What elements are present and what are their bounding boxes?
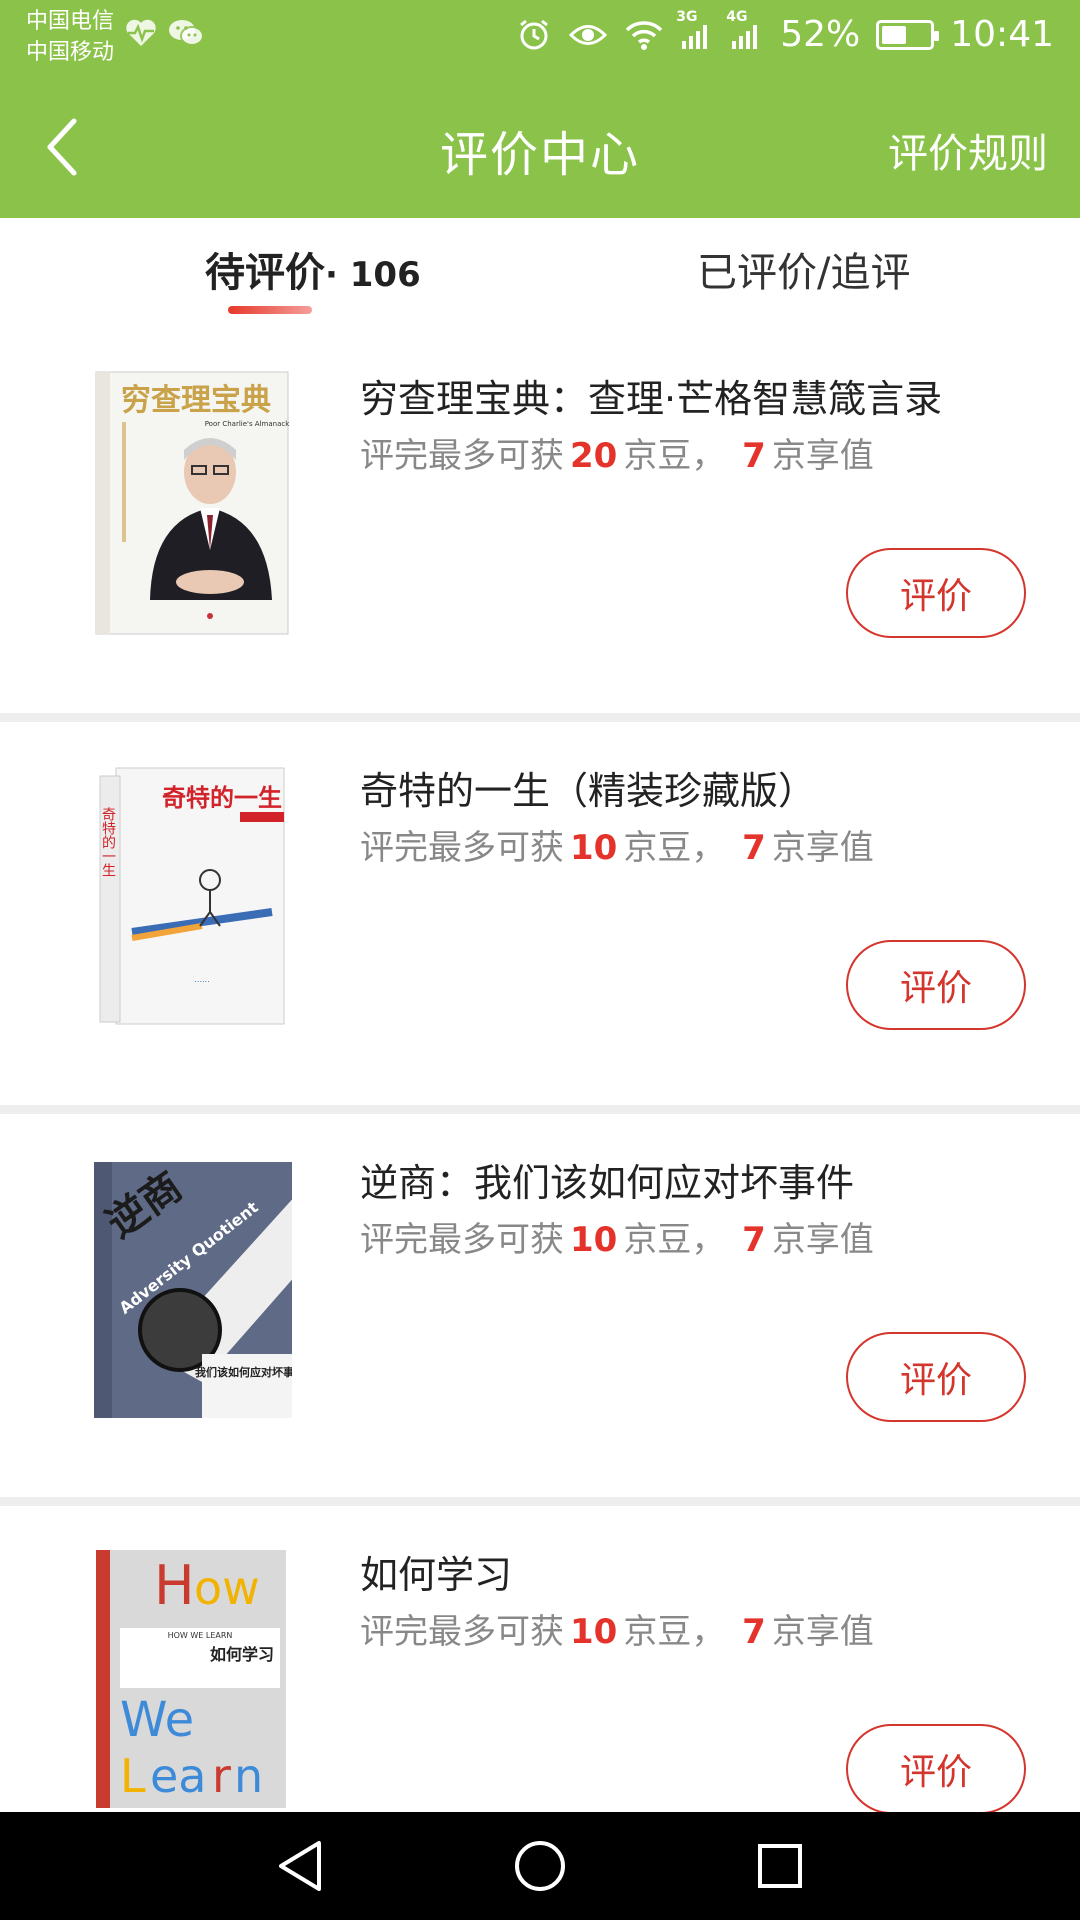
svg-text:L: L	[120, 1749, 146, 1803]
system-navigation-bar	[0, 1812, 1080, 1920]
nav-recents-button[interactable]	[750, 1836, 810, 1896]
reward-prefix: 评完最多可获	[360, 436, 564, 476]
svg-text:如何学习: 如何学习	[210, 1645, 274, 1664]
rate-button[interactable]: 评价	[846, 548, 1026, 638]
svg-text:我们该如何应对坏事件: 我们该如何应对坏事件	[195, 1365, 292, 1379]
item-title[interactable]: 穷查理宝典：查理·芒格智慧箴言录	[360, 368, 942, 423]
item-title[interactable]: 如何学习	[360, 1544, 512, 1599]
book-cover[interactable]: 奇特的一生 奇特的一生 ......	[92, 762, 292, 1030]
list-item: 穷查理宝典 Poor Charlie's Almanack 穷查理宝典：查理·芒…	[0, 330, 1080, 713]
bean-unit: 京豆，	[623, 1612, 726, 1652]
bean-unit: 京豆，	[623, 828, 726, 868]
eye-comfort-icon	[568, 20, 608, 50]
wechat-icon	[168, 18, 204, 48]
rating-rules-link[interactable]: 评价规则	[888, 121, 1048, 179]
active-tab-indicator	[228, 306, 312, 314]
value-unit: 京享值	[771, 1220, 874, 1260]
tab-bar: 待评价· 106 已评价/追评	[0, 218, 1080, 330]
clock: 10:41	[950, 14, 1054, 55]
triangle-back-icon	[279, 1841, 321, 1891]
bean-count: 10	[570, 1612, 618, 1652]
svg-text:奇特的一生: 奇特的一生	[100, 806, 116, 877]
status-bar: 中国电信 中国移动 3G 4G 52% 10:41	[0, 0, 1080, 75]
carrier-1: 中国电信	[26, 9, 115, 34]
rate-button[interactable]: 评价	[846, 1332, 1026, 1422]
svg-text:ow: ow	[194, 1561, 260, 1615]
pending-review-list: 穷查理宝典 Poor Charlie's Almanack 穷查理宝典：查理·芒…	[0, 330, 1080, 1889]
carrier-names: 中国电信 中国移动	[26, 6, 114, 68]
svg-text:H: H	[154, 1554, 195, 1617]
square-recents-icon	[758, 1844, 802, 1888]
nav-back-button[interactable]	[270, 1836, 330, 1896]
list-item: 逆商 Adversity Quotient 我们该如何应对坏事件 逆商：我们该如…	[0, 1114, 1080, 1497]
item-reward: 评完最多可获 20 京豆， 7 京享值	[360, 428, 874, 477]
battery-icon	[876, 19, 940, 50]
reward-prefix: 评完最多可获	[360, 1612, 564, 1652]
bean-count: 20	[570, 436, 618, 476]
signal-3g-icon: 3G	[676, 9, 714, 51]
rate-button[interactable]: 评价	[846, 940, 1026, 1030]
divider	[0, 1497, 1080, 1506]
tab-reviewed[interactable]: 已评价/追评	[697, 240, 910, 310]
bean-unit: 京豆，	[623, 1220, 726, 1260]
svg-text:......: ......	[194, 975, 209, 984]
battery-percent: 52%	[780, 14, 861, 55]
status-right: 3G 4G 52% 10:41	[516, 9, 1054, 55]
svg-text:穷查理宝典: 穷查理宝典	[121, 383, 271, 418]
divider	[0, 713, 1080, 722]
svg-text:奇特的一生: 奇特的一生	[162, 784, 282, 812]
book-cover[interactable]: 逆商 Adversity Quotient 我们该如何应对坏事件	[92, 1154, 305, 1422]
bean-count: 10	[570, 828, 618, 868]
signal-4g-icon: 4G	[726, 9, 764, 51]
reward-prefix: 评完最多可获	[360, 828, 564, 868]
value-count: 7	[742, 1220, 766, 1260]
svg-text:ea: ea	[150, 1749, 207, 1803]
title-bar: 评价中心 评价规则	[0, 75, 1080, 218]
svg-text:n: n	[234, 1749, 263, 1803]
book-cover[interactable]: 穷查理宝典 Poor Charlie's Almanack	[92, 370, 292, 638]
carrier-2: 中国移动	[26, 40, 115, 65]
divider	[0, 1105, 1080, 1114]
battery-fill	[882, 25, 907, 44]
svg-text:HOW WE LEARN: HOW WE LEARN	[168, 1631, 233, 1640]
item-title[interactable]: 逆商：我们该如何应对坏事件	[360, 1152, 854, 1207]
tab-pending-review[interactable]: 待评价· 106	[205, 240, 421, 310]
app-header: 中国电信 中国移动 3G 4G 52% 10:41 评价中心 评价规则	[0, 0, 1080, 218]
pending-count: · 106	[325, 255, 421, 295]
circle-home-icon	[515, 1841, 565, 1891]
wifi-icon	[624, 19, 664, 51]
value-count: 7	[742, 436, 766, 476]
rate-button[interactable]: 评价	[846, 1724, 1026, 1814]
value-count: 7	[742, 1612, 766, 1652]
item-title[interactable]: 奇特的一生（精装珍藏版）	[360, 760, 816, 815]
list-item: 奇特的一生 奇特的一生 ...... 奇特的一生（精装珍藏版） 评完最多可获 10…	[0, 722, 1080, 1105]
item-reward: 评完最多可获 10 京豆， 7 京享值	[360, 1604, 874, 1653]
book-cover[interactable]: H ow HOW WE LEARN 如何学习 We L ea r n	[92, 1546, 292, 1814]
item-reward: 评完最多可获 10 京豆， 7 京享值	[360, 1212, 874, 1261]
item-reward: 评完最多可获 10 京豆， 7 京享值	[360, 820, 874, 869]
bean-unit: 京豆，	[623, 436, 726, 476]
nav-home-button[interactable]	[510, 1836, 570, 1896]
alarm-icon	[516, 17, 552, 53]
svg-text:Poor Charlie's Almanack: Poor Charlie's Almanack	[205, 420, 291, 428]
status-left-icons	[124, 18, 204, 48]
bean-count: 10	[570, 1220, 618, 1260]
tab-pending-label: 待评价	[205, 250, 325, 296]
value-unit: 京享值	[771, 1612, 874, 1652]
heart-rate-icon	[124, 18, 158, 48]
value-unit: 京享值	[771, 828, 874, 868]
value-unit: 京享值	[771, 436, 874, 476]
svg-text:We: We	[120, 1692, 194, 1748]
svg-text:r: r	[212, 1749, 231, 1803]
value-count: 7	[742, 828, 766, 868]
reward-prefix: 评完最多可获	[360, 1220, 564, 1260]
